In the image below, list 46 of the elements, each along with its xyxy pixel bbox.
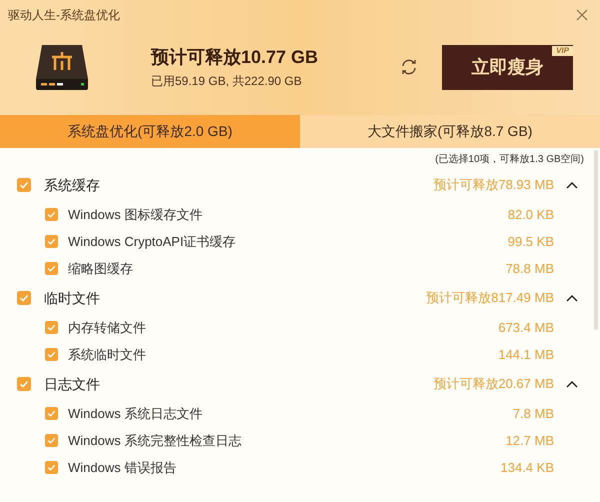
group-name: 临时文件 [44, 288, 100, 308]
item-name: Windows 系统完整性检查日志 [68, 432, 242, 450]
window-title: 驱动人生-系统盘优化 [8, 7, 120, 24]
item-size: 144.1 MB [497, 346, 554, 364]
item-name: Windows CryptoAPI证书缓存 [68, 232, 236, 251]
tab[interactable]: 系统盘优化(可释放2.0 GB) [0, 115, 300, 148]
checkbox[interactable] [45, 262, 58, 275]
checkbox[interactable] [17, 377, 31, 391]
vip-badge: VIP [552, 46, 573, 56]
checkbox[interactable] [45, 407, 58, 420]
drive-icon [34, 43, 90, 91]
checkbox[interactable] [17, 291, 31, 305]
group-estimate: 预计可释放817.49 MB [426, 289, 554, 308]
collapse-icon[interactable] [566, 380, 578, 388]
item-size: 99.5 KB [506, 232, 554, 251]
checkbox[interactable] [45, 208, 58, 221]
item-name: 缩略图缓存 [68, 260, 133, 278]
checkbox[interactable] [45, 461, 58, 474]
item-size: 78.8 MB [504, 260, 554, 278]
item-name: 系统临时文件 [68, 346, 146, 364]
headline: 预计可释放10.77 GB [151, 46, 318, 68]
close-icon[interactable] [576, 9, 588, 21]
checkbox[interactable] [45, 321, 58, 334]
item-size: 134.4 KB [500, 458, 554, 477]
item-size: 12.7 MB [504, 432, 554, 450]
item-name: Windows 图标缓存文件 [68, 206, 202, 224]
checkbox[interactable] [17, 178, 31, 192]
tab[interactable]: 大文件搬家(可释放8.7 GB) [300, 115, 600, 148]
group-name: 系统缓存 [44, 176, 100, 194]
collapse-icon[interactable] [566, 294, 578, 302]
item-size: 7.8 MB [512, 404, 554, 423]
group-estimate: 预计可释放20.67 MB [433, 375, 554, 394]
item-name: Windows 系统日志文件 [68, 404, 202, 423]
checkbox[interactable] [45, 434, 58, 447]
selection-summary: (已选择10项，可释放1.3 GB空间) [435, 152, 584, 166]
group-name: 日志文件 [44, 374, 100, 394]
checkbox[interactable] [45, 348, 58, 361]
item-size: 82.0 KB [506, 206, 554, 224]
collapse-icon[interactable] [566, 181, 578, 189]
item-name: 内存转储文件 [68, 318, 146, 337]
item-size: 673.4 MB [497, 318, 554, 337]
checkbox[interactable] [45, 235, 58, 248]
refresh-icon[interactable] [400, 58, 418, 76]
disk-usage: 已用59.19 GB, 共222.90 GB [151, 72, 303, 90]
item-name: Windows 错误报告 [68, 458, 176, 477]
group-estimate: 预计可释放78.93 MB [433, 176, 554, 194]
